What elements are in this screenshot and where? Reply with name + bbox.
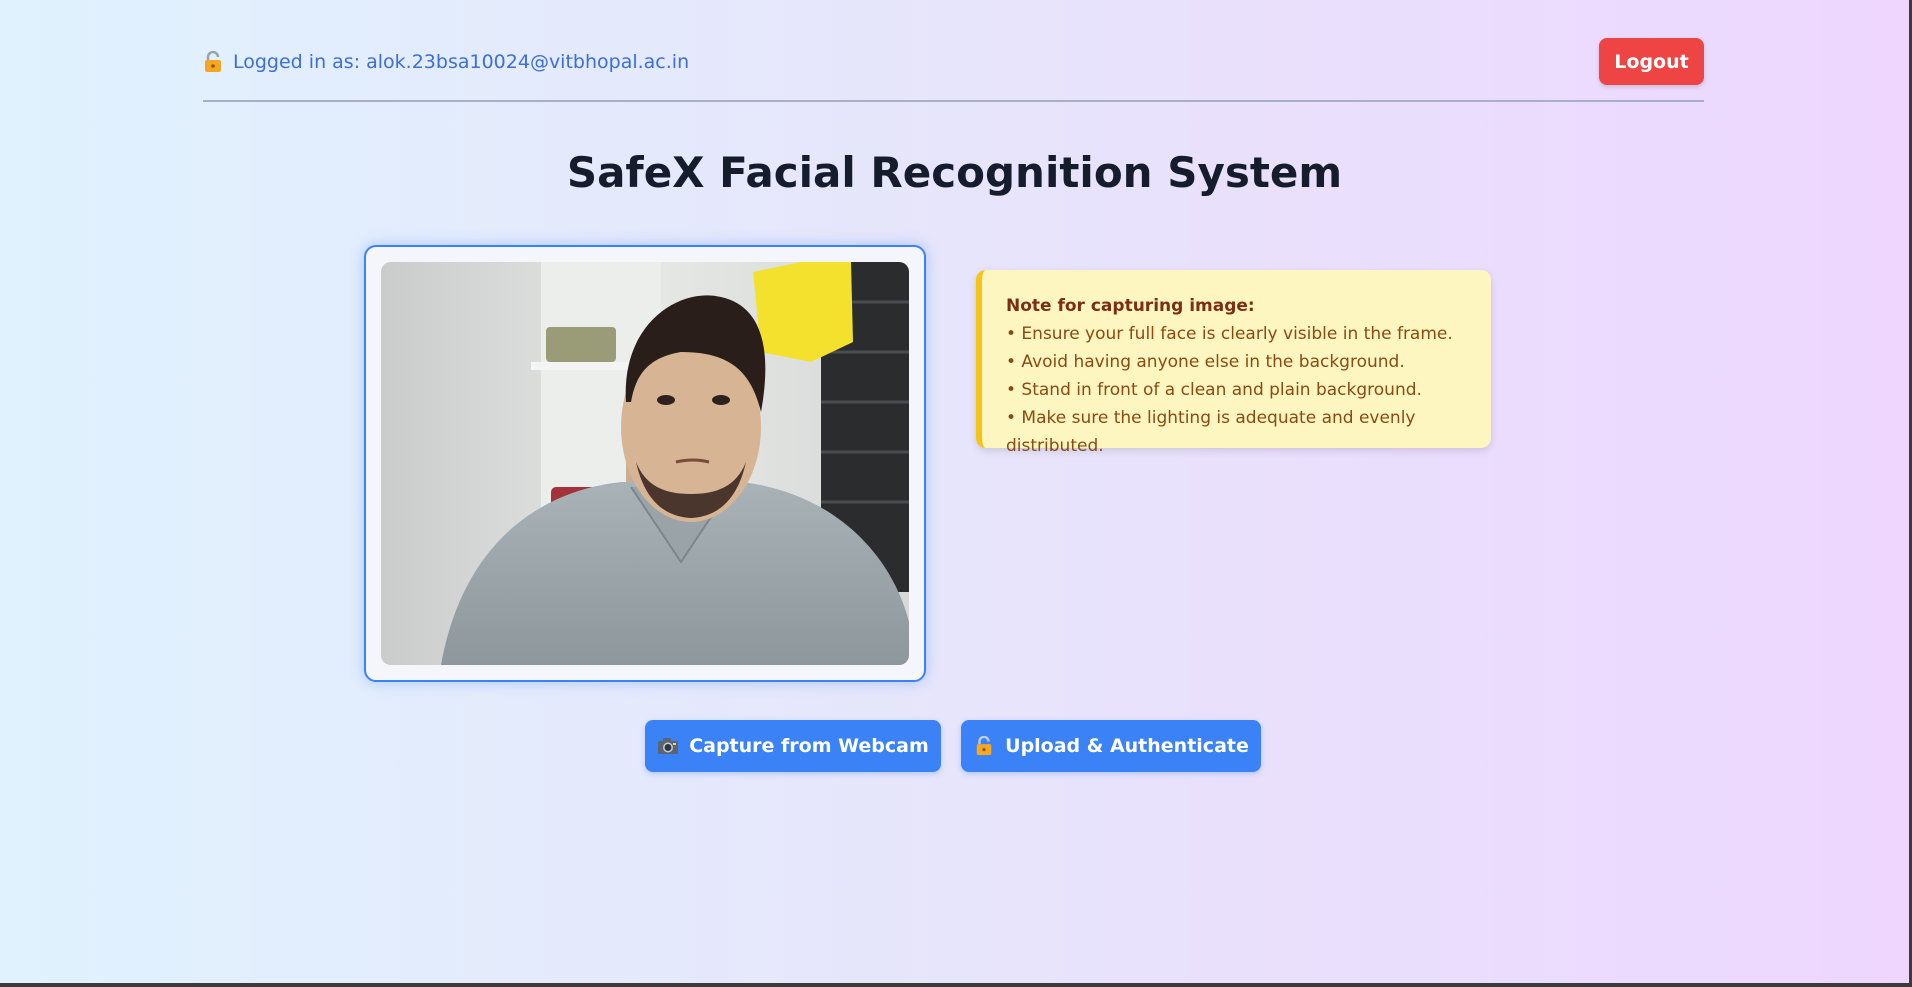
page-title: SafeX Facial Recognition System: [566, 148, 1343, 197]
logged-in-text: Logged in as: alok.23bsa10024@vitbhopal.…: [233, 51, 690, 73]
capture-label: Capture from Webcam: [689, 735, 929, 757]
note-item: • Avoid having anyone else in the backgr…: [1006, 352, 1405, 372]
capture-note: Note for capturing image: • Ensure your …: [976, 270, 1491, 456]
login-status: Logged in as: alok.23bsa10024@vitbhopal.…: [203, 51, 689, 73]
webcam-feed: [381, 262, 909, 665]
webcam-frame: [364, 245, 926, 682]
note-item: • Ensure your full face is clearly visib…: [1006, 324, 1453, 344]
top-bar: Logged in as: alok.23bsa10024@vitbhopal.…: [203, 38, 1704, 102]
note-item: • Stand in front of a clean and plain ba…: [1006, 380, 1422, 400]
lock-icon: [205, 51, 221, 72]
upload-label: Upload & Authenticate: [1005, 735, 1249, 757]
note-title: Note for capturing image:: [1006, 296, 1255, 316]
logout-button[interactable]: Logout: [1599, 38, 1704, 85]
upload-authenticate-button[interactable]: Upload & Authenticate: [961, 720, 1261, 772]
webcam-image: [381, 262, 909, 665]
lock-icon: [976, 736, 992, 756]
camera-icon: [658, 738, 679, 754]
note-item: • Make sure the lighting is adequate and…: [1006, 408, 1416, 456]
capture-webcam-button[interactable]: Capture from Webcam: [645, 720, 941, 772]
